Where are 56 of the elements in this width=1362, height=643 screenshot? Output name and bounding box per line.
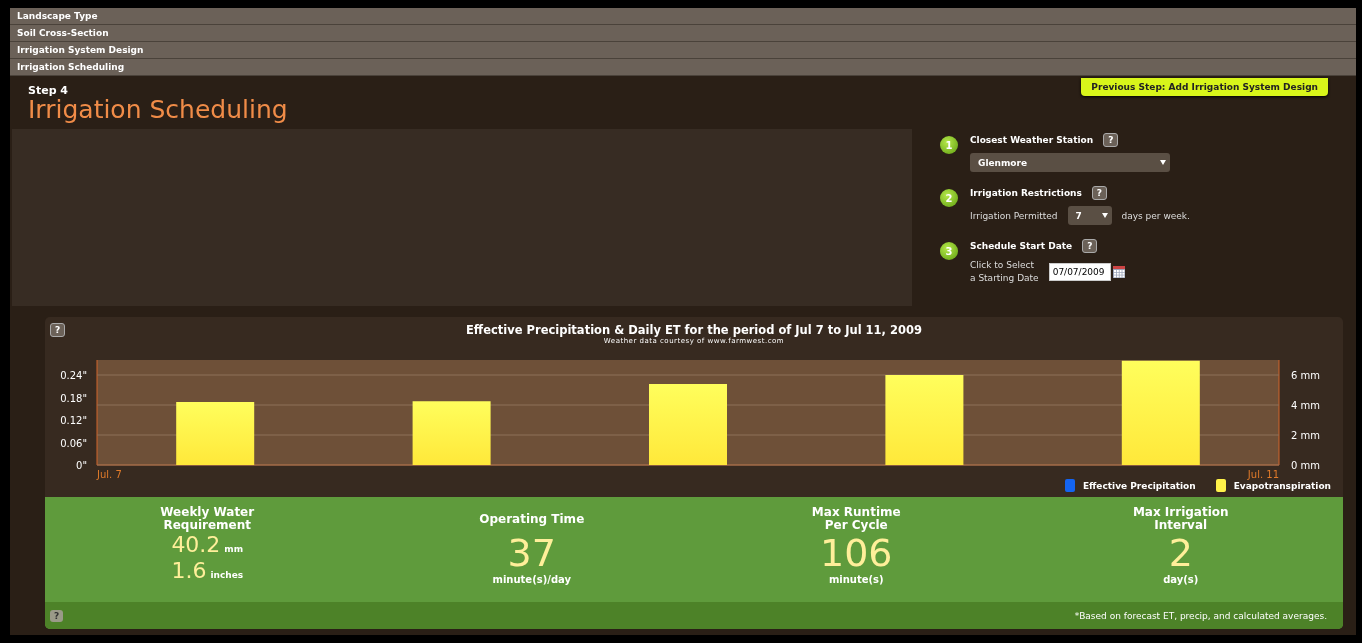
- metric-unit: minute(s)/day: [492, 574, 571, 585]
- field-label: days per week.: [1121, 210, 1190, 221]
- caret-icon: [1101, 213, 1108, 218]
- axis-label: 0.24": [60, 370, 87, 381]
- days-dropdown[interactable]: 7: [1067, 206, 1112, 225]
- section-header[interactable]: Irrigation Scheduling: [10, 59, 1356, 76]
- axis-label: 0 mm: [1291, 460, 1321, 471]
- chart-title: Effective Precipitation & Daily ET for the period of Jul 7 to Jul 11, 2009: [466, 323, 922, 337]
- step-label: Step 4: [28, 84, 69, 97]
- step-number: 1: [940, 136, 958, 154]
- section-header[interactable]: Irrigation System Design: [10, 42, 1356, 59]
- axis-label: 0.18": [60, 392, 87, 404]
- field-label: Irrigation Permitted: [970, 210, 1058, 221]
- previous-step-button[interactable]: Previous Step: Add Irrigation System Design: [1081, 78, 1328, 96]
- metric-title: Max Irrigation Interval: [1132, 506, 1229, 532]
- metric-value: 106: [820, 532, 893, 574]
- step-number: 2: [940, 189, 958, 207]
- metric-title: Max Runtime Per Cycle: [811, 506, 901, 532]
- help-button[interactable]: ?: [1091, 186, 1108, 200]
- section-header[interactable]: Landscape Type: [10, 8, 1356, 25]
- page-title: Irrigation Scheduling: [28, 97, 288, 123]
- metric-unit: minute(s): [828, 574, 884, 585]
- step-number: 3: [940, 242, 958, 260]
- section-header[interactable]: Soil Cross-Section: [10, 25, 1356, 42]
- help-button[interactable]: ?: [50, 609, 64, 622]
- help-button[interactable]: ?: [1103, 133, 1119, 147]
- metric-unit: day(s): [1163, 574, 1199, 585]
- metric-value: 40.2: [171, 532, 221, 558]
- axis-label: Jul. 7: [97, 469, 122, 480]
- axis-label: 6 mm: [1291, 370, 1321, 381]
- axis-label: Jul. 11: [1247, 469, 1279, 480]
- metric-value: 2: [1168, 532, 1193, 574]
- axis-label: 2 mm: [1291, 430, 1321, 441]
- field-title: Irrigation Restrictions: [970, 188, 1082, 198]
- field-title: Closest Weather Station: [970, 135, 1094, 145]
- caret-icon: [1160, 160, 1166, 165]
- legend-label: Effective Precipitation: [1082, 480, 1196, 491]
- axis-label: 0": [76, 460, 87, 471]
- metric-unit: inches: [210, 570, 244, 580]
- metric-title: Weekly Water Requirement: [160, 506, 255, 532]
- help-button[interactable]: ?: [50, 323, 66, 337]
- metric-unit: mm: [224, 544, 244, 554]
- legend-label: Evapotranspiration: [1233, 480, 1331, 491]
- metric-title: Operating Time: [479, 510, 585, 528]
- axis-label: 0.12": [60, 415, 87, 426]
- date-field[interactable]: 07/07/2009: [1048, 263, 1111, 281]
- footnote: *Based on forecast ET, precip, and calculated averages.: [1074, 610, 1327, 621]
- calendar-icon[interactable]: [1112, 266, 1125, 278]
- field-label: Click to Select a Starting Date: [970, 259, 1039, 285]
- field-title: Schedule Start Date: [970, 241, 1073, 251]
- help-button[interactable]: ?: [1082, 239, 1098, 253]
- station-dropdown[interactable]: Glenmore: [970, 153, 1170, 172]
- axis-label: 0.06": [60, 437, 87, 449]
- metric-value: 37: [507, 532, 556, 574]
- metric-value: 1.6: [171, 558, 207, 584]
- axis-label: 4 mm: [1291, 400, 1321, 411]
